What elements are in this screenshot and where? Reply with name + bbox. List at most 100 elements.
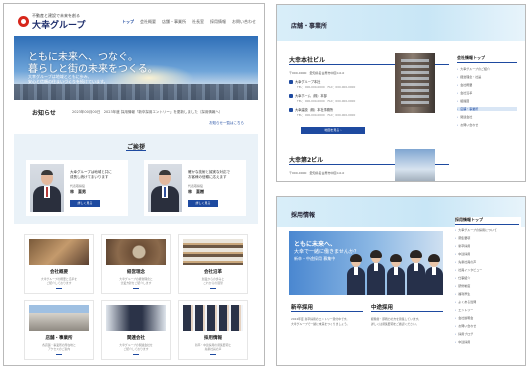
- news-title: お知らせ: [32, 110, 56, 117]
- card-more-button[interactable]: 詳しく見る: [188, 200, 218, 207]
- sidebar-item[interactable]: お問い合わせ: [457, 123, 478, 127]
- tile-company[interactable]: 会社概要 大幸グループの概要と沿革を ご紹介しております: [24, 234, 94, 294]
- tile-underline: [133, 288, 139, 289]
- mid-career-title: 中途採用: [371, 305, 394, 311]
- sidebar-item[interactable]: 採用ブログ: [455, 332, 473, 336]
- sidebar-item[interactable]: 会社沿革: [457, 91, 472, 95]
- banner-headline: ともに未来へ、: [294, 241, 337, 248]
- tile-underline: [210, 354, 216, 355]
- news-section: お知らせ 2023年00月00日 2023年度 採用情報「新卒採用エントリー」を…: [14, 104, 258, 132]
- tile-offices[interactable]: 店舗・事業所 各店舗・事業所の所在地と アクセスのご案内: [24, 300, 94, 360]
- sidebar-item[interactable]: 研修制度: [455, 284, 470, 288]
- tile-philosophy[interactable]: 経営理念 大幸グループの経営理念と 企業方針をご紹介します: [101, 234, 171, 294]
- sidebar-item[interactable]: 会社概要: [457, 83, 472, 87]
- sidebar-item[interactable]: 中途採用: [455, 340, 470, 344]
- bullet-icon: [289, 108, 293, 112]
- tile-title: 店舗・事業所: [45, 336, 73, 341]
- tile-desc-2: ご紹介しております: [46, 281, 72, 285]
- sidebar-item[interactable]: 大幸グループの採用について: [455, 228, 497, 232]
- sidebar-title-underline: [457, 62, 517, 63]
- tile-title: 会社沿革: [204, 270, 222, 275]
- office-item: 大幸建設（株）本社事務所: [289, 107, 333, 112]
- city-skyline-image: [14, 84, 258, 100]
- page-title: 店舗・事業所: [291, 23, 328, 30]
- sidebar-item[interactable]: 先輩社員の声: [455, 260, 476, 264]
- section-underline: [371, 311, 443, 312]
- section-address: 〒000-0000 愛知県名古屋市中区0-0-0: [289, 71, 345, 75]
- sidebar-item[interactable]: 福利厚生: [455, 292, 470, 296]
- nav-item-company[interactable]: 会社概要: [140, 19, 156, 25]
- employee-figure: [407, 250, 425, 295]
- nav-item-contact[interactable]: お問い合わせ: [232, 19, 256, 25]
- sidebar-item[interactable]: 大幸グループのご紹介: [457, 67, 490, 71]
- card-name: 林 直男: [70, 189, 86, 194]
- tile-recruit[interactable]: 採用情報 新卒・中途採用の募集要項と 先輩社員の声: [178, 300, 248, 360]
- sidebar-item[interactable]: 経営理念・社是: [457, 75, 481, 79]
- tile-underline: [210, 288, 216, 289]
- office-label: 大幸建設（株）本社事務所: [295, 108, 334, 112]
- sidebar-title: 会社情報トップ: [457, 55, 485, 60]
- tile-desc-2: アクセスのご案内: [47, 347, 71, 351]
- nav-item-top[interactable]: トップ: [122, 19, 134, 25]
- executive-photo: [148, 164, 182, 212]
- sidebar-item[interactable]: 中途採用: [455, 252, 470, 256]
- bullet-icon: [289, 80, 293, 84]
- news-more-link[interactable]: お知らせ一覧はこちら: [209, 121, 244, 126]
- executive-card: 大幸グループは地域と共に 成長し続けてまいります 代表取締役 林 直男 詳しく見…: [26, 160, 128, 216]
- sidebar-item[interactable]: お問い合わせ: [455, 324, 476, 328]
- homepage-screenshot: 不動産と建設で未来を創る 大幸グループ トップ 会社概要 店舗・事業所 社長室 …: [3, 3, 265, 366]
- building-image: [29, 305, 89, 331]
- head-office-building-photo: [395, 53, 435, 113]
- card-role: 代表取締役: [70, 184, 86, 188]
- news-item[interactable]: 2023年00月00日 2023年度 採用情報「新卒採用エントリー」を更新しまし…: [72, 110, 222, 115]
- nav-item-offices[interactable]: 店舗・事業所: [162, 19, 186, 25]
- section-title: 大幸本社ビル: [289, 57, 326, 64]
- bullet-icon: [289, 94, 293, 98]
- logo-name[interactable]: 大幸グループ: [32, 18, 85, 31]
- site-header: 不動産と建設で未来を創る 大幸グループ トップ 会社概要 店舗・事業所 社長室 …: [4, 4, 264, 36]
- office-contact: TEL：000-000-0000 FAX：000-000-0000: [297, 85, 356, 89]
- office-contact: TEL：000-000-0000 FAX：000-000-0000: [297, 99, 356, 103]
- sidebar-item-active[interactable]: 店舗・事業所: [457, 107, 517, 111]
- page-header: 店舗・事業所: [277, 5, 525, 41]
- sidebar-item[interactable]: 会社説明会: [455, 316, 473, 320]
- sidebar-item[interactable]: 組織図: [457, 99, 469, 103]
- section-underline: [291, 311, 363, 312]
- offices-page-screenshot: 店舗・事業所 大幸本社ビル 〒000-0000 愛知県名古屋市中区0-0-0 大…: [276, 4, 526, 182]
- sidebar-item[interactable]: エントリー: [455, 308, 473, 312]
- sidebar-item[interactable]: 募集要項: [455, 236, 470, 240]
- greeting-section: ご挨拶 大幸グループは地域と共に 成長し続けてまいります 代表取締役 林 直男 …: [14, 134, 258, 224]
- sidebar-item[interactable]: 社員インタビュー: [455, 268, 482, 272]
- businessman-image: [106, 305, 166, 331]
- tile-affiliates[interactable]: 関連会社 大幸グループの関連会社を ご紹介しております: [101, 300, 171, 360]
- compass-image: [106, 239, 166, 265]
- company-sign-image: [29, 239, 89, 265]
- recruit-page-screenshot: 採用情報 ともに未来へ、 大幸で一緒に働きませんか？ 新卒・中途採用 募集中 新…: [276, 196, 526, 366]
- feature-tile-grid: 会社概要 大幸グループの概要と沿革を ご紹介しております 経営理念 大幸グループ…: [14, 230, 258, 362]
- banner-subheadline: 大幸で一緒に働きませんか？: [294, 249, 359, 255]
- mid-career-text-1: 経験者・即戦力の方を募集しています。: [371, 317, 421, 321]
- nav-item-president[interactable]: 社長室: [192, 19, 204, 25]
- recruit-sidebar: 採用情報トップ 大幸グループの採用について 募集要項 新卒採用 中途採用 先輩社…: [455, 217, 521, 363]
- tile-title: 関連会社: [127, 336, 145, 341]
- tile-underline: [56, 288, 62, 289]
- sidebar-item[interactable]: 仕事紹介: [455, 276, 470, 280]
- employee-figure: [425, 254, 443, 295]
- recruit-banner: ともに未来へ、 大幸で一緒に働きませんか？ 新卒・中途採用 募集中: [289, 231, 443, 295]
- tile-underline: [133, 354, 139, 355]
- section-title: 大幸第2ビル: [289, 157, 324, 164]
- sidebar-item[interactable]: 関連会社: [457, 115, 472, 119]
- card-more-button[interactable]: 詳しく見る: [70, 200, 100, 207]
- sidebar-title: 採用情報トップ: [455, 217, 483, 222]
- sidebar-item[interactable]: よくある質問: [455, 300, 476, 304]
- map-button[interactable]: 地図を見る ›: [301, 127, 365, 134]
- company-logo-icon[interactable]: [18, 16, 29, 27]
- tile-history[interactable]: 会社沿革 創業からの歩みと これからの展望: [178, 234, 248, 294]
- tile-title: 経営理念: [127, 270, 145, 275]
- card-message-2: 成長し続けてまいります: [70, 175, 109, 179]
- office-label: 大幸グループ本社: [295, 80, 321, 84]
- second-building-photo: [395, 149, 435, 181]
- nav-item-recruit[interactable]: 採用情報: [210, 19, 226, 25]
- sidebar-item[interactable]: 新卒採用: [455, 244, 470, 248]
- sidebar-title-underline: [455, 224, 519, 225]
